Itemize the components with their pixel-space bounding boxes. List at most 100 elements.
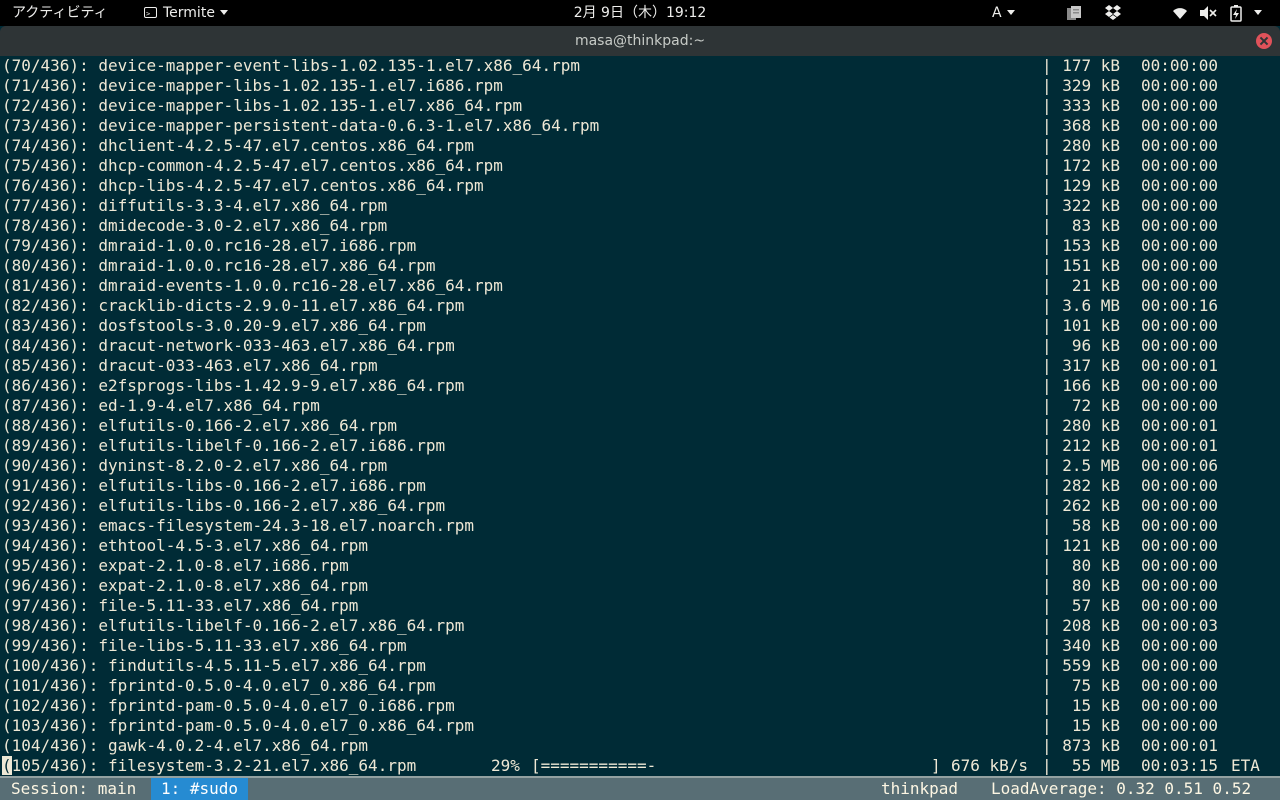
column-separator: | [1042,536,1052,555]
column-separator: | [1042,316,1052,335]
package-size: 57 kB [1071,596,1120,615]
list-item: (99/436): file-libs-5.11-33.el7.x86_64.r… [0,636,1280,656]
download-time: 00:00:00 [1141,276,1219,295]
package-size: 208 kB [1062,616,1120,635]
package-name: (72/436): device-mapper-libs-1.02.135-1.… [2,96,523,115]
list-item: (100/436): findutils-4.5.11-5.el7.x86_64… [0,656,1280,676]
tmux-window-tab[interactable]: 1: #sudo [151,778,249,800]
download-time: 00:00:01 [1141,736,1219,755]
package-name: (73/436): device-mapper-persistent-data-… [2,116,600,135]
download-time: 00:00:00 [1141,376,1219,395]
download-time: 00:00:00 [1141,496,1219,515]
list-item: (75/436): dhcp-common-4.2.5-47.el7.cento… [0,156,1280,176]
package-size: 172 kB [1062,156,1120,175]
download-time: 00:00:00 [1141,316,1219,335]
package-name: (75/436): dhcp-common-4.2.5-47.el7.cento… [2,156,503,175]
column-separator: | [1042,356,1052,375]
package-size: 83 kB [1071,216,1120,235]
package-name: (70/436): device-mapper-event-libs-1.02.… [2,56,580,75]
package-name: (91/436): elfutils-libs-0.166-2.el7.i686… [2,476,426,495]
package-name: (103/436): fprintd-pam-0.5.0-4.0.el7_0.x… [2,716,475,735]
list-item: (70/436): device-mapper-event-libs-1.02.… [0,56,1280,76]
download-time: 00:00:16 [1141,296,1219,315]
package-size: 153 kB [1062,236,1120,255]
wifi-icon[interactable] [1172,0,1188,26]
package-name: (100/436): findutils-4.5.11-5.el7.x86_64… [2,656,426,675]
clock-button[interactable]: 2月 9日（木）19:12 [574,0,707,26]
package-size: 151 kB [1062,256,1120,275]
column-separator: | [1042,476,1052,495]
column-separator: | [1042,216,1052,235]
package-name: (74/436): dhclient-4.2.5-47.el7.centos.x… [2,136,475,155]
package-name: (83/436): dosfstools-3.0.20-9.el7.x86_64… [2,316,426,335]
package-size: 262 kB [1062,496,1120,515]
list-item: (81/436): dmraid-events-1.0.0.rc16-28.el… [0,276,1280,296]
column-separator: | [1042,756,1052,775]
download-time: 00:00:01 [1141,356,1219,375]
column-separator: | [1042,236,1052,255]
package-name: (89/436): elfutils-libelf-0.166-2.el7.i6… [2,436,446,455]
progress-row: (105/436): filesystem-3.2-21.el7.x86_64.… [0,756,1280,776]
package-size: 280 kB [1062,416,1120,435]
terminal-output[interactable]: (70/436): device-mapper-event-libs-1.02.… [0,56,1280,776]
package-name: (82/436): cracklib-dicts-2.9.0-11.el7.x8… [2,296,465,315]
package-size: 15 kB [1071,696,1120,715]
download-time: 00:00:03 [1141,616,1219,635]
download-time: 00:00:00 [1141,596,1219,615]
package-size: 21 kB [1071,276,1120,295]
package-size: 15 kB [1071,716,1120,735]
list-item: (95/436): expat-2.1.0-8.el7.i686.rpm | 80 … [0,556,1280,576]
list-item: (80/436): dmraid-1.0.0.rc16-28.el7.x86_6… [0,256,1280,276]
list-item: (101/436): fprintd-0.5.0-4.0.el7_0.x86_6… [0,676,1280,696]
column-separator: | [1042,76,1052,95]
column-separator: | [1042,656,1052,675]
package-size: 166 kB [1062,376,1120,395]
package-size: 333 kB [1062,96,1120,115]
dropbox-icon[interactable] [1104,0,1122,26]
progress-size: 55 MB [1071,756,1120,775]
list-item: (78/436): dmidecode-3.0-2.el7.x86_64.rpm… [0,216,1280,236]
package-size: 80 kB [1071,576,1120,595]
battery-charging-icon[interactable] [1228,0,1244,26]
download-time: 00:00:00 [1141,656,1219,675]
download-time: 00:00:00 [1141,56,1219,75]
download-time: 00:00:00 [1141,696,1219,715]
column-separator: | [1042,156,1052,175]
column-separator: | [1042,136,1052,155]
package-name: (85/436): dracut-033-463.el7.x86_64.rpm [2,356,378,375]
download-time: 00:00:00 [1141,536,1219,555]
download-time: 00:00:00 [1141,216,1219,235]
close-button[interactable] [1256,33,1272,49]
volume-muted-icon[interactable] [1199,0,1217,26]
package-size: 121 kB [1062,536,1120,555]
list-item: (88/436): elfutils-0.166-2.el7.x86_64.rp… [0,416,1280,436]
list-item: (83/436): dosfstools-3.0.20-9.el7.x86_64… [0,316,1280,336]
input-method-button[interactable]: A [992,0,1015,26]
package-name: (99/436): file-libs-5.11-33.el7.x86_64.r… [2,636,407,655]
package-name: (77/436): diffutils-3.3-4.el7.x86_64.rpm [2,196,388,215]
download-time: 00:00:06 [1141,456,1219,475]
progress-time: 00:03:15 [1141,756,1219,775]
column-separator: | [1042,96,1052,115]
package-size: 3.6 MB [1062,296,1120,315]
column-separator: | [1042,416,1052,435]
terminal-cursor: ( [2,756,12,775]
list-item: (103/436): fprintd-pam-0.5.0-4.0.el7_0.x… [0,716,1280,736]
window-titlebar[interactable]: masa@thinkpad:~ [0,26,1280,56]
package-size: 282 kB [1062,476,1120,495]
download-time: 00:00:01 [1141,416,1219,435]
column-separator: | [1042,576,1052,595]
package-size: 101 kB [1062,316,1120,335]
system-menu-chevron-icon[interactable] [1254,0,1262,26]
column-separator: | [1042,516,1052,535]
package-size: 317 kB [1062,356,1120,375]
progress-percent: 29% [491,756,520,775]
clipboard-icon[interactable] [1066,0,1082,26]
package-size: 340 kB [1062,636,1120,655]
package-name: (81/436): dmraid-events-1.0.0.rc16-28.el… [2,276,503,295]
list-item: (93/436): emacs-filesystem-24.3-18.el7.n… [0,516,1280,536]
download-time: 00:00:00 [1141,576,1219,595]
package-name: (92/436): elfutils-libs-0.166-2.el7.x86_… [2,496,446,515]
column-separator: | [1042,596,1052,615]
input-method-label: A [992,5,1002,21]
